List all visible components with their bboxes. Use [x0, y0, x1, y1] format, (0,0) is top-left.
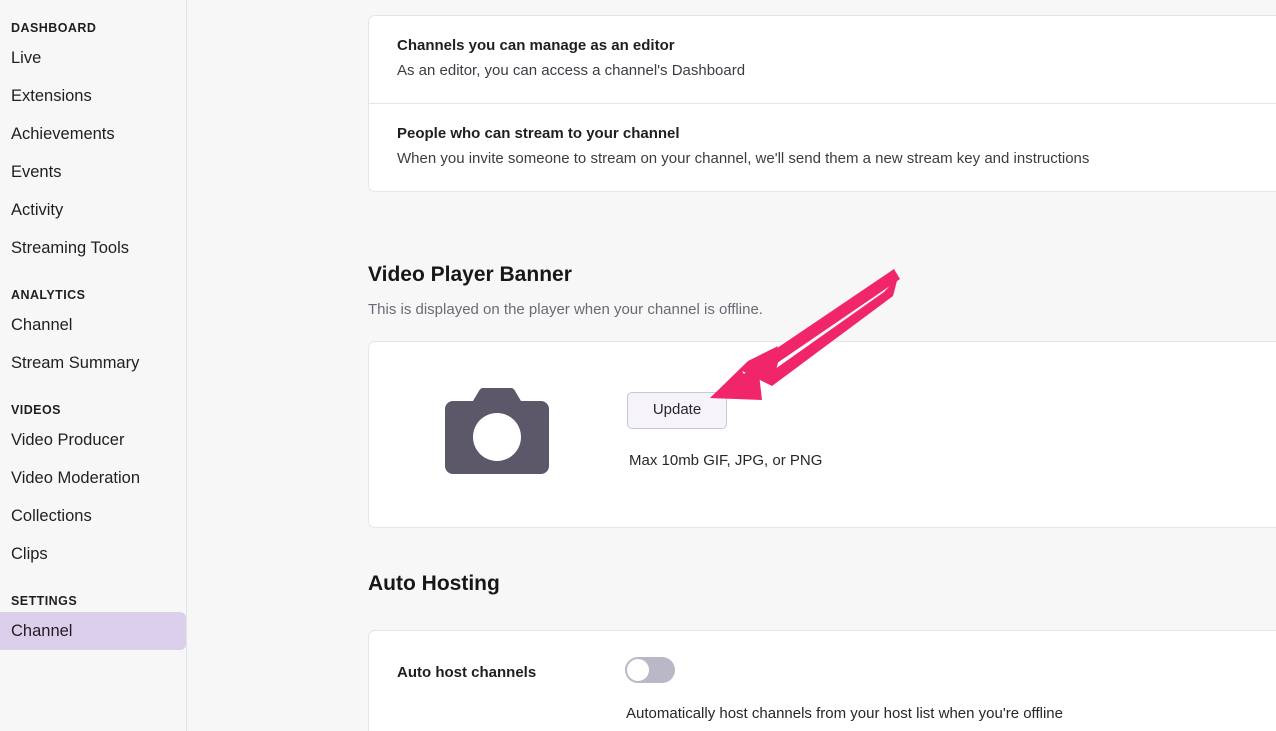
sidebar-group-settings: SETTINGS Channel	[0, 590, 186, 650]
banner-controls: Update Max 10mb GIF, JPG, or PNG	[549, 384, 822, 471]
sidebar-item-video-moderation[interactable]: Video Moderation	[0, 459, 186, 497]
sidebar-navigation: DASHBOARD Live Extensions Achievements E…	[0, 0, 187, 731]
update-button[interactable]: Update	[627, 392, 727, 429]
sidebar-item-achievements[interactable]: Achievements	[0, 115, 186, 153]
sidebar-item-settings-channel[interactable]: Channel	[0, 612, 186, 650]
sidebar-group-dashboard: DASHBOARD Live Extensions Achievements E…	[0, 17, 186, 267]
camera-icon	[445, 388, 549, 482]
sidebar-item-activity[interactable]: Activity	[0, 191, 186, 229]
sidebar-item-collections[interactable]: Collections	[0, 497, 186, 535]
sidebar-heading-settings: SETTINGS	[11, 594, 78, 608]
sidebar-group-videos: VIDEOS Video Producer Video Moderation C…	[0, 399, 186, 573]
banner-preview	[445, 384, 549, 483]
permission-row-streamers: People who can stream to your channel Wh…	[369, 103, 1276, 191]
sidebar-item-events[interactable]: Events	[0, 153, 186, 191]
sidebar-item-stream-summary[interactable]: Stream Summary	[0, 344, 186, 382]
sidebar-item-video-producer[interactable]: Video Producer	[0, 421, 186, 459]
permission-row-title: Channels you can manage as an editor	[397, 37, 675, 54]
sidebar-item-clips[interactable]: Clips	[0, 535, 186, 573]
toggle-knob	[627, 659, 649, 681]
permission-row-description: When you invite someone to stream on you…	[397, 150, 1090, 167]
video-player-banner-card: Update Max 10mb GIF, JPG, or PNG	[368, 341, 1276, 528]
banner-upload-hint: Max 10mb GIF, JPG, or PNG	[629, 452, 823, 469]
sidebar-heading-dashboard: DASHBOARD	[11, 21, 97, 35]
sidebar-item-streaming-tools[interactable]: Streaming Tools	[0, 229, 186, 267]
auto-host-channels-label: Auto host channels	[397, 664, 537, 681]
sidebar-item-extensions[interactable]: Extensions	[0, 77, 186, 115]
auto-host-channels-description: Automatically host channels from your ho…	[626, 705, 1063, 722]
sidebar-heading-analytics: ANALYTICS	[11, 288, 86, 302]
video-player-banner-title: Video Player Banner	[368, 263, 572, 286]
sidebar-heading-videos: VIDEOS	[11, 403, 61, 417]
auto-host-channels-control: Automatically host channels from your ho…	[625, 657, 1063, 724]
sidebar-group-analytics: ANALYTICS Channel Stream Summary	[0, 284, 186, 382]
sidebar-group-spacer	[0, 267, 186, 284]
permission-row-title: People who can stream to your channel	[397, 125, 680, 142]
permission-row-description: As an editor, you can access a channel's…	[397, 62, 746, 79]
sidebar-group-spacer	[0, 382, 186, 399]
auto-hosting-title: Auto Hosting	[368, 572, 500, 595]
channel-settings-page: DASHBOARD Live Extensions Achievements E…	[0, 0, 1276, 731]
permission-row-editor: Channels you can manage as an editor As …	[369, 16, 1276, 103]
auto-host-channels-row: Auto host channels Automatically host ch…	[369, 631, 1276, 731]
banner-upload-area: Update Max 10mb GIF, JPG, or PNG	[369, 342, 1276, 527]
auto-hosting-card: Auto host channels Automatically host ch…	[368, 630, 1276, 731]
auto-host-channels-toggle[interactable]	[625, 657, 675, 683]
main-content: Channels you can manage as an editor As …	[188, 0, 1276, 731]
sidebar-group-spacer	[0, 573, 186, 590]
sidebar-item-analytics-channel[interactable]: Channel	[0, 306, 186, 344]
sidebar-item-live[interactable]: Live	[0, 39, 186, 77]
channel-permissions-card: Channels you can manage as an editor As …	[368, 15, 1276, 192]
video-player-banner-subtitle: This is displayed on the player when you…	[368, 301, 763, 318]
sidebar-top-spacer	[0, 0, 186, 17]
